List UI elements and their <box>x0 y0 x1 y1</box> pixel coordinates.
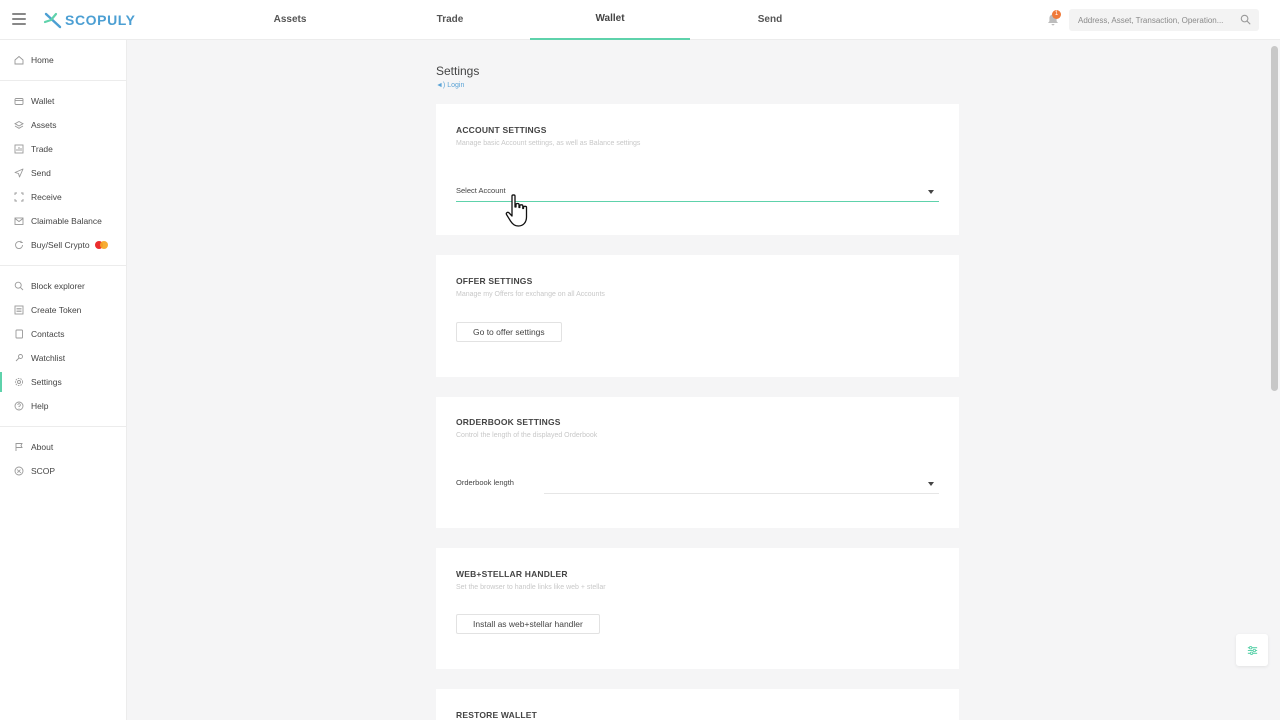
refresh-icon <box>14 240 24 250</box>
sidebar: Home Wallet Assets Trade Send Receive Cl… <box>0 40 127 720</box>
sidebar-item-label: SCOP <box>31 466 56 476</box>
offer-settings-card: OFFER SETTINGS Manage my Offers for exch… <box>436 255 959 377</box>
orderbook-length-dropdown[interactable]: Orderbook length <box>456 472 939 494</box>
floating-menu-button[interactable] <box>1236 634 1268 666</box>
chevron-down-icon <box>928 482 934 486</box>
scop-icon <box>14 466 24 476</box>
tab-assets[interactable]: Assets <box>210 0 370 40</box>
sidebar-item-label: Trade <box>31 144 53 154</box>
sidebar-item-label: Wallet <box>31 96 55 106</box>
sidebar-item-help[interactable]: Help <box>0 394 126 418</box>
envelope-icon <box>14 216 24 226</box>
restore-wallet-card: RESTORE WALLET <box>436 689 959 720</box>
sidebar-group: Wallet Assets Trade Send Receive Claimab… <box>0 81 126 266</box>
sidebar-item-buy-sell-crypto[interactable]: Buy/Sell Crypto <box>0 233 126 257</box>
sidebar-item-label: Receive <box>31 192 62 202</box>
sidebar-item-home[interactable]: Home <box>0 48 126 72</box>
search-box <box>1069 9 1259 31</box>
sidebar-item-receive[interactable]: Receive <box>0 185 126 209</box>
search-input[interactable] <box>1069 9 1229 31</box>
tab-trade[interactable]: Trade <box>370 0 530 40</box>
sidebar-item-label: Watchlist <box>31 353 66 363</box>
offer-settings-button[interactable]: Go to offer settings <box>456 322 562 342</box>
card-subtitle: Control the length of the displayed Orde… <box>456 432 598 439</box>
login-icon: ◄) <box>436 82 446 89</box>
notifications-button[interactable]: 1 <box>1046 10 1061 27</box>
top-bar: SCOPULY Assets Trade Wallet Send 1 <box>0 0 1280 40</box>
sidebar-item-wallet[interactable]: Wallet <box>0 89 126 113</box>
sidebar-item-trade[interactable]: Trade <box>0 137 126 161</box>
card-subtitle: Manage my Offers for exchange on all Acc… <box>456 291 605 298</box>
sidebar-group: Home <box>0 40 126 81</box>
sidebar-item-about[interactable]: About <box>0 435 126 459</box>
select-label: Select Account <box>456 186 506 195</box>
sidebar-item-settings[interactable]: Settings <box>0 370 126 394</box>
tab-wallet[interactable]: Wallet <box>530 0 690 40</box>
card-subtitle: Set the browser to handle links like web… <box>456 584 606 591</box>
sidebar-item-scop[interactable]: SCOP <box>0 459 126 483</box>
sidebar-item-label: About <box>31 442 54 452</box>
sidebar-item-block-explorer[interactable]: Block explorer <box>0 274 126 298</box>
logo[interactable]: SCOPULY <box>43 10 136 30</box>
help-icon <box>14 401 24 411</box>
orderbook-settings-card: ORDERBOOK SETTINGS Control the length of… <box>436 397 959 528</box>
chevron-down-icon <box>928 190 934 194</box>
sliders-icon <box>1247 645 1257 655</box>
hand-cursor-icon <box>505 194 528 227</box>
home-icon <box>14 55 24 65</box>
menu-icon[interactable] <box>12 13 26 25</box>
sidebar-item-label: Settings <box>31 377 62 387</box>
card-subtitle: Manage basic Account settings, as well a… <box>456 140 641 147</box>
brand-name: SCOPULY <box>65 12 136 28</box>
gear-icon <box>14 377 24 387</box>
main-nav: Assets Trade Wallet Send <box>210 0 850 40</box>
qr-icon <box>14 192 24 202</box>
layers-icon <box>14 120 24 130</box>
card-title: ORDERBOOK SETTINGS <box>456 417 561 427</box>
eye-icon <box>14 353 24 363</box>
card-title: ACCOUNT SETTINGS <box>456 125 547 135</box>
card-title: RESTORE WALLET <box>456 710 538 720</box>
chart-icon <box>14 144 24 154</box>
install-handler-button[interactable]: Install as web+stellar handler <box>456 614 600 634</box>
flag-icon <box>14 442 24 452</box>
sidebar-item-send[interactable]: Send <box>0 161 126 185</box>
sidebar-item-label: Buy/Sell Crypto <box>31 240 90 250</box>
login-label: Login <box>447 82 465 89</box>
sidebar-item-label: Home <box>31 55 54 65</box>
sidebar-group: About SCOP <box>0 427 126 491</box>
login-link[interactable]: ◄) Login <box>436 82 464 89</box>
tab-send[interactable]: Send <box>690 0 850 40</box>
sidebar-item-label: Assets <box>31 120 57 130</box>
sidebar-item-label: Send <box>31 168 51 178</box>
sidebar-item-watchlist[interactable]: Watchlist <box>0 346 126 370</box>
sidebar-item-claimable-balance[interactable]: Claimable Balance <box>0 209 126 233</box>
list-icon <box>14 305 24 315</box>
card-title: WEB+STELLAR HANDLER <box>456 569 568 579</box>
notification-badge: 1 <box>1052 10 1061 19</box>
search-icon <box>14 281 24 291</box>
handler-settings-card: WEB+STELLAR HANDLER Set the browser to h… <box>436 548 959 669</box>
book-icon <box>14 329 24 339</box>
sidebar-item-label: Contacts <box>31 329 65 339</box>
mastercard-icon <box>94 241 109 249</box>
sidebar-item-assets[interactable]: Assets <box>0 113 126 137</box>
sidebar-item-label: Create Token <box>31 305 82 315</box>
sidebar-item-label: Help <box>31 401 49 411</box>
scrollbar-thumb[interactable] <box>1271 46 1278 391</box>
wallet-icon <box>14 96 24 106</box>
scopuly-logo-icon <box>43 12 62 29</box>
sidebar-item-create-token[interactable]: Create Token <box>0 298 126 322</box>
card-title: OFFER SETTINGS <box>456 276 533 286</box>
search-icon[interactable] <box>1240 14 1251 25</box>
sidebar-item-label: Claimable Balance <box>31 216 102 226</box>
sidebar-group: Block explorer Create Token Contacts Wat… <box>0 266 126 427</box>
sidebar-item-label: Block explorer <box>31 281 85 291</box>
page-scrollbar[interactable] <box>1269 40 1280 720</box>
send-icon <box>14 168 24 178</box>
sidebar-item-contacts[interactable]: Contacts <box>0 322 126 346</box>
page-title: Settings <box>436 64 480 78</box>
select-label: Orderbook length <box>456 478 514 487</box>
